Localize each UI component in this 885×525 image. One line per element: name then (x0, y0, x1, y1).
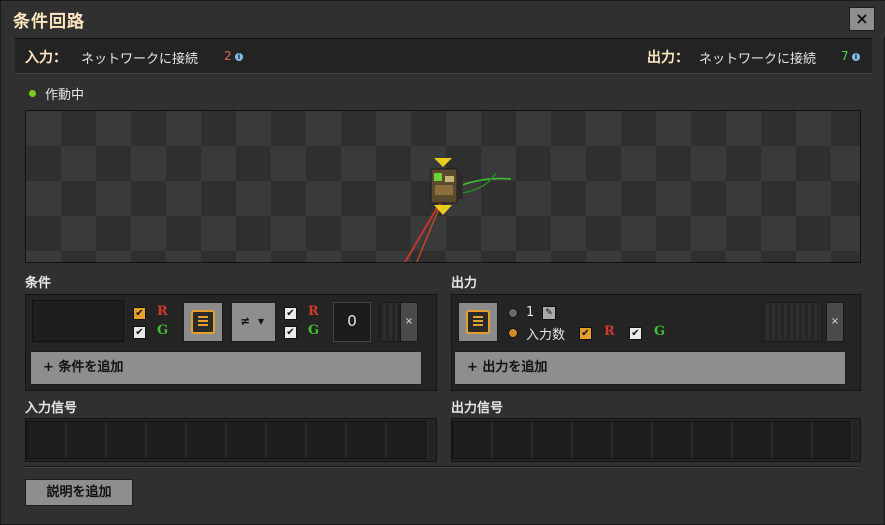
close-icon: × (855, 9, 869, 28)
input-connection-status: ネットワークに接続 (81, 52, 199, 67)
add-description-button[interactable]: 説明を追加 (25, 479, 133, 506)
output-network-id: 7 (841, 49, 849, 63)
right-green-checkbox[interactable]: ✔ (284, 326, 297, 339)
output-signals-list (452, 421, 850, 459)
constant-value-button[interactable]: 0 (333, 302, 371, 342)
input-connection-label: 入力： (25, 50, 67, 66)
signal-chip-icon (466, 310, 490, 334)
condition-left-signal-slot[interactable] (32, 300, 124, 342)
condition-signal-button[interactable] (183, 302, 223, 342)
output-signal-button[interactable] (458, 302, 498, 342)
window-title: 条件回路 (13, 12, 85, 32)
title-bar[interactable]: 条件回路 × (1, 1, 885, 37)
output-info-icon[interactable]: i (852, 53, 860, 61)
output-constant-label: 1 (526, 305, 535, 320)
input-network-id: 2 (224, 49, 232, 63)
output-signals-heading: 出力信号 (451, 401, 504, 416)
output-input-count-radio[interactable] (508, 328, 518, 338)
red-wire-icon: R (604, 324, 615, 339)
outputs-heading: 出力 (451, 276, 478, 291)
signal-chip-icon (191, 310, 215, 334)
green-wire-icon: G (157, 323, 169, 338)
edit-icon[interactable]: ✎ (542, 306, 556, 320)
comparator-value: ≠ (240, 314, 251, 328)
input-signals-list (26, 421, 426, 459)
output-green-checkbox[interactable]: ✔ (629, 327, 642, 340)
output-signals-panel (451, 418, 861, 462)
connection-bar: 入力： ネットワークに接続 2 i 出力： ネットワークに接続 7 i (15, 38, 872, 74)
right-red-checkbox[interactable]: ✔ (284, 307, 297, 320)
output-input-count-label: 入力数 (526, 328, 566, 343)
input-signals-panel (25, 418, 437, 462)
decider-combinator-icon (404, 158, 512, 262)
output-drag-handle[interactable] (762, 302, 822, 342)
remove-condition-button[interactable]: × (400, 302, 418, 342)
add-output-button[interactable]: + 出力を追加 (454, 351, 846, 385)
left-red-checkbox[interactable]: ✔ (133, 307, 146, 320)
comparator-dropdown[interactable]: ≠ ▾ (231, 302, 276, 342)
conditions-panel: ✔ R ✔ G ≠ ▾ ✔ R ✔ G 0 × + 条件を追加 (25, 294, 437, 391)
output-connection-status: ネットワークに接続 (699, 52, 817, 67)
remove-output-button[interactable]: × (826, 302, 844, 342)
left-green-checkbox[interactable]: ✔ (133, 326, 146, 339)
combinator-window: 条件回路 × 入力： ネットワークに接続 2 i 出力： ネットワークに接続 7… (0, 0, 885, 525)
output-constant-radio[interactable] (508, 308, 518, 318)
condition-drag-handle[interactable] (379, 302, 399, 342)
outputs-panel: 1 ✎ 入力数 ✔ R ✔ G × + 出力を追加 (451, 294, 861, 391)
green-wire-icon: G (308, 323, 320, 338)
add-condition-button[interactable]: + 条件を追加 (30, 351, 422, 385)
red-wire-icon: R (308, 304, 319, 319)
red-wire-icon: R (157, 304, 168, 319)
entity-preview[interactable] (25, 110, 861, 263)
output-connection-label: 出力： (647, 50, 689, 66)
input-info-icon[interactable]: i (235, 53, 243, 61)
status-indicator-icon (29, 90, 36, 97)
conditions-heading: 条件 (25, 276, 52, 291)
input-signals-heading: 入力信号 (25, 401, 78, 416)
output-red-checkbox[interactable]: ✔ (579, 327, 592, 340)
status-text: 作動中 (45, 88, 85, 103)
chevron-down-icon: ▾ (258, 314, 265, 328)
green-wire-icon: G (654, 324, 666, 339)
footer-divider (25, 466, 861, 468)
close-button[interactable]: × (849, 7, 875, 31)
